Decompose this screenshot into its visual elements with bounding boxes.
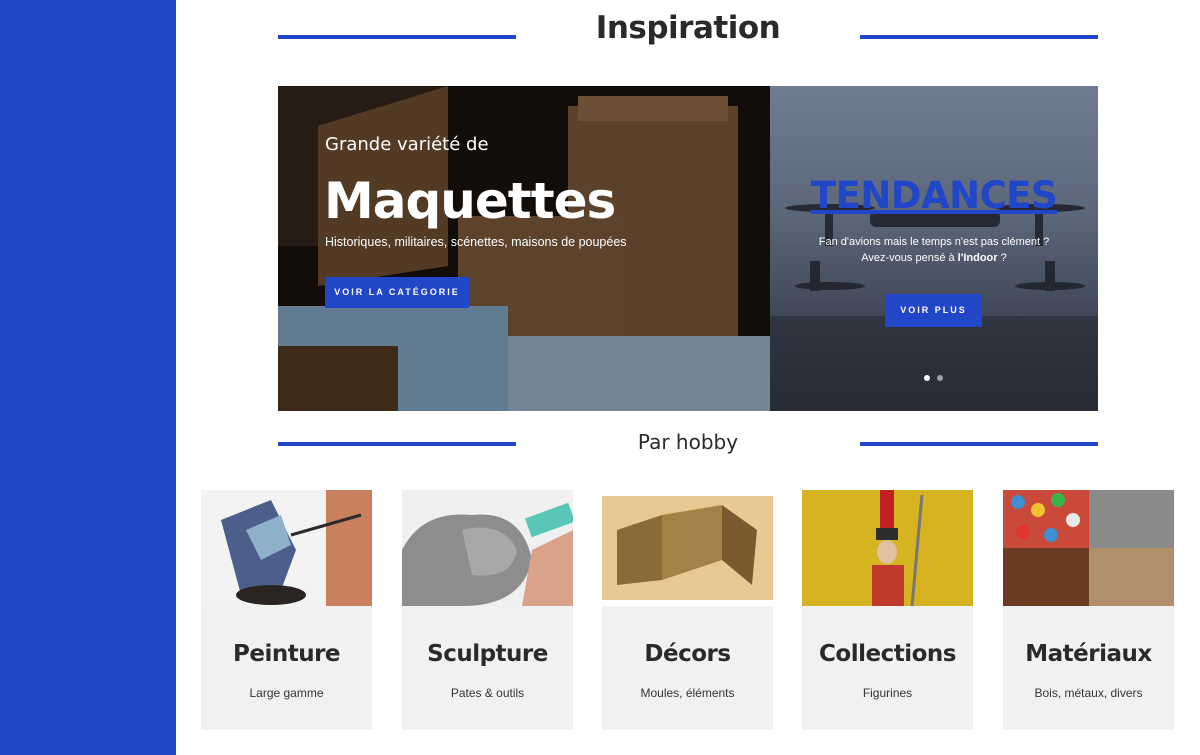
slide-b-line1: Fan d'avions mais le temps n'est pas clé… [818, 236, 1050, 248]
slide-subtitle: Historiques, militaires, scénettes, mais… [325, 235, 627, 249]
card-title: Collections [819, 641, 956, 667]
decor-photo [602, 490, 773, 606]
hobby-card-decors[interactable]: Décors Moules, éléments [602, 490, 773, 730]
section-rule-left [278, 35, 516, 39]
view-more-button[interactable]: VOIR PLUS [885, 294, 982, 327]
card-body [802, 606, 973, 730]
slide-tendances[interactable]: TENDANCES Fan d'avions mais le temps n'e… [770, 86, 1098, 411]
slide-b-title: TENDANCES [810, 174, 1058, 217]
card-subtitle: Pates & outils [450, 686, 525, 700]
left-sidebar [0, 0, 176, 755]
slide-b-line2: Avez-vous pensé à l'Indoor ? [861, 252, 1007, 264]
hobby-card-sculpture[interactable]: Sculpture Pates & outils [402, 490, 573, 730]
drone-photo [770, 204, 1098, 411]
materials-photo [1003, 490, 1174, 606]
hero-carousel: Grande variété de Maquettes Historiques,… [278, 86, 1098, 411]
hobby-heading: Par hobby [637, 430, 739, 454]
view-category-button[interactable]: VOIR LA CATÉGORIE [325, 277, 469, 308]
sculpture-photo [402, 490, 573, 606]
slide-eyebrow: Grande variété de [325, 134, 489, 155]
hobby-rule-left [278, 442, 516, 446]
painting-photo [201, 490, 372, 606]
inspiration-heading: Inspiration [595, 10, 781, 46]
card-body [402, 606, 573, 730]
card-title: Peinture [232, 641, 341, 667]
collection-photo [802, 490, 973, 606]
hobby-card-collections[interactable]: Collections Figurines [802, 490, 973, 730]
hobby-rule-right [860, 442, 1098, 446]
section-rule-right [860, 35, 1098, 39]
card-body [1003, 606, 1174, 730]
card-title: Matériaux [1025, 641, 1152, 667]
card-title: Décors [644, 641, 731, 667]
card-body [201, 606, 372, 730]
card-subtitle: Large gamme [249, 686, 324, 700]
card-subtitle: Moules, éléments [640, 686, 735, 700]
card-subtitle: Bois, métaux, divers [1034, 686, 1143, 700]
card-subtitle: Figurines [862, 686, 913, 700]
card-title: Sculpture [427, 641, 548, 667]
slide-maquettes[interactable]: Grande variété de Maquettes Historiques,… [278, 86, 770, 411]
slide-title: Maquettes [324, 172, 616, 230]
carousel-dot-2[interactable] [937, 375, 943, 381]
hobby-card-peinture[interactable]: Peinture Large gamme [201, 490, 372, 730]
card-body [602, 606, 773, 730]
carousel-dot-1[interactable] [924, 375, 930, 381]
hobby-card-materiaux[interactable]: Matériaux Bois, métaux, divers [1003, 490, 1174, 730]
